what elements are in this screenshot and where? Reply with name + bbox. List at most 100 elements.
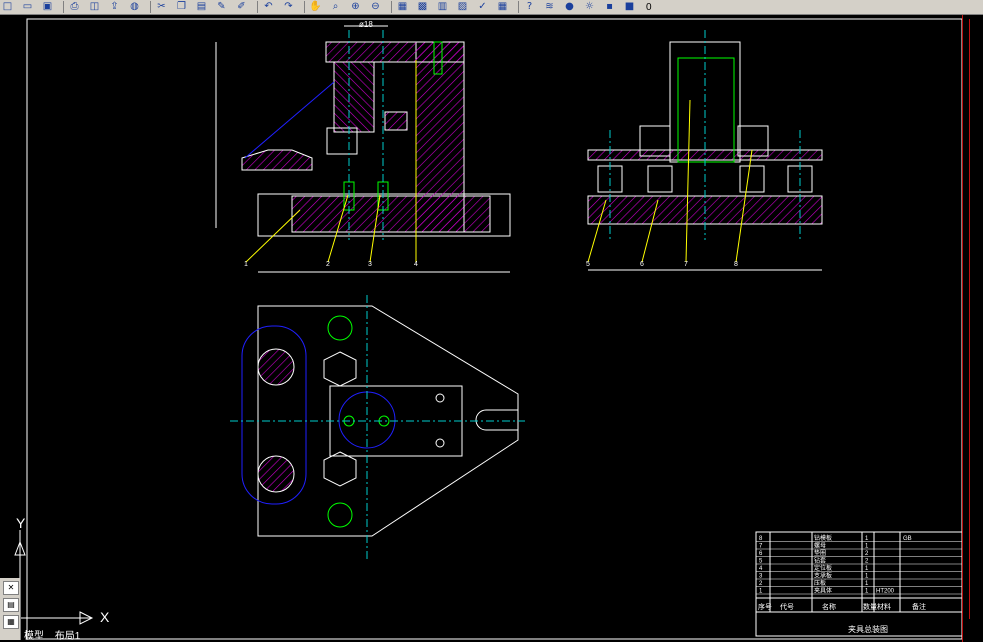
front-top-plate bbox=[325, 41, 465, 63]
layer-lock-icon[interactable]: ▪ bbox=[602, 1, 617, 13]
layer-manager-icon[interactable]: ≋ bbox=[542, 1, 557, 13]
tool-palette-icon[interactable]: ▥ bbox=[435, 1, 450, 13]
layer-color-icon[interactable]: ■ bbox=[622, 1, 637, 13]
bom-cell-name: 垫圈 bbox=[814, 549, 826, 557]
front-leader-label: 4 bbox=[414, 261, 418, 268]
scroll-track[interactable] bbox=[969, 19, 978, 619]
side-leader-label: 7 bbox=[684, 261, 688, 268]
side-leader-label: 5 bbox=[586, 261, 590, 268]
bom-header-remark: 备注 bbox=[912, 602, 926, 611]
properties-panel-icon[interactable]: ▦ bbox=[3, 615, 19, 629]
top-u-slot bbox=[475, 409, 518, 431]
front-leader-label: 3 bbox=[368, 261, 372, 268]
bom-header-code: 代号 bbox=[780, 602, 794, 611]
bom-header-qty: 数量 bbox=[863, 602, 877, 611]
bom-frame bbox=[755, 531, 962, 637]
close-icon[interactable]: ✕ bbox=[3, 581, 19, 595]
save-icon[interactable]: ▣ bbox=[40, 1, 55, 13]
top-screw-1 bbox=[435, 393, 445, 403]
bom-cell-index: 3 bbox=[759, 574, 763, 580]
bom-cell-index: 6 bbox=[759, 551, 763, 557]
pan-icon[interactable]: ✋ bbox=[308, 1, 323, 13]
print-icon[interactable]: ⎙ bbox=[67, 1, 82, 13]
toolbar-separator bbox=[518, 1, 519, 13]
bom-cell-qty: 1 bbox=[865, 589, 869, 595]
top-nut-hex-1 bbox=[323, 351, 357, 387]
brush-icon[interactable]: ✐ bbox=[234, 1, 249, 13]
layer-bulb-icon[interactable]: ● bbox=[562, 1, 577, 13]
zoom-previous-icon[interactable]: ⊖ bbox=[368, 1, 383, 13]
drawing-canvas[interactable]: ø18 8 钻模板 1 GB7 螺母 16 垫圈 25 钻套 24 定位板 13… bbox=[0, 15, 962, 642]
bom-header: 序号 代号 名称 数量 材料 备注 bbox=[758, 602, 926, 611]
toolbar-separator bbox=[150, 1, 151, 13]
paste-icon[interactable]: ▤ bbox=[194, 1, 209, 13]
toolbar-separator bbox=[257, 1, 258, 13]
top-bush-circle-1 bbox=[327, 315, 353, 341]
top-nut-hex-2 bbox=[323, 451, 357, 487]
bom-cell-name: 夹具体 bbox=[814, 587, 832, 595]
front-column bbox=[333, 61, 375, 133]
bom-cell-qty: 1 bbox=[865, 536, 869, 542]
calculator-icon[interactable]: ▦ bbox=[495, 1, 510, 13]
open-icon[interactable]: ▭ bbox=[20, 1, 35, 13]
front-top-width-label: ø18 bbox=[359, 20, 373, 29]
new-icon[interactable]: □ bbox=[0, 1, 15, 13]
design-center-icon[interactable]: ▩ bbox=[415, 1, 430, 13]
tab-layout1[interactable]: 布局1 bbox=[55, 631, 81, 642]
tab-model[interactable]: 模型 bbox=[24, 631, 44, 642]
current-layer-name[interactable]: 0 bbox=[646, 2, 652, 13]
toolbar-separator bbox=[63, 1, 64, 13]
front-body bbox=[415, 41, 465, 233]
copy-icon[interactable]: ❐ bbox=[174, 1, 189, 13]
front-bracket bbox=[384, 111, 408, 131]
sheet-set-icon[interactable]: ▨ bbox=[455, 1, 470, 13]
palette-icon[interactable]: ▤ bbox=[3, 598, 19, 612]
bom-table[interactable]: 8 钻模板 1 GB7 螺母 16 垫圈 25 钻套 24 定位板 13 支承板 12 压板 11 夹具体 1 HT… bbox=[755, 531, 962, 637]
zoom-realtime-icon[interactable]: ⌕ bbox=[328, 1, 343, 13]
side-block-3 bbox=[739, 165, 765, 193]
front-leader-label: 2 bbox=[326, 261, 330, 268]
top-screw-2 bbox=[435, 438, 445, 448]
bom-cell-qty: 1 bbox=[865, 574, 869, 580]
bom-cell-qty: 1 bbox=[865, 544, 869, 550]
bom-header-material: 材料 bbox=[877, 602, 891, 611]
front-view[interactable]: ø18 bbox=[215, 20, 511, 273]
bom-cell-index: 5 bbox=[759, 559, 763, 565]
bom-cell-remark: GB bbox=[903, 536, 912, 542]
bom-cell-name: 螺母 bbox=[814, 542, 826, 550]
side-leader-3 bbox=[685, 99, 691, 263]
front-arm bbox=[241, 149, 313, 171]
bom-header-index: 序号 bbox=[758, 602, 772, 611]
bom-cell-qty: 2 bbox=[865, 559, 869, 565]
plot-icon[interactable]: ◍ bbox=[127, 1, 142, 13]
side-column-inner bbox=[677, 57, 735, 163]
bom-cell-index: 1 bbox=[759, 589, 763, 595]
zoom-window-icon[interactable]: ⊕ bbox=[348, 1, 363, 13]
properties-icon[interactable]: ▦ bbox=[395, 1, 410, 13]
left-dock-panel[interactable]: ✕ ▤ ▦ bbox=[0, 578, 21, 640]
side-view[interactable] bbox=[587, 30, 823, 271]
bom-cell-name: 钻套 bbox=[814, 557, 826, 565]
match-properties-icon[interactable]: ✎ bbox=[214, 1, 229, 13]
side-leader-label: 8 bbox=[734, 261, 738, 268]
vertical-scrollbar[interactable] bbox=[962, 15, 983, 642]
top-view[interactable] bbox=[230, 295, 525, 560]
bom-rows: 8 钻模板 1 GB7 螺母 16 垫圈 25 钻套 24 定位板 13 支承板 12 压板 11 夹具体 1 HT… bbox=[756, 534, 962, 595]
help-icon[interactable]: ? bbox=[522, 1, 537, 13]
cut-icon[interactable]: ✂ bbox=[154, 1, 169, 13]
bom-cell-name: 定位板 bbox=[814, 564, 832, 572]
redo-icon[interactable]: ↷ bbox=[281, 1, 296, 13]
markup-icon[interactable]: ✓ bbox=[475, 1, 490, 13]
side-block-2 bbox=[647, 165, 673, 193]
layout-tabs[interactable]: 模型 布局1 bbox=[24, 631, 88, 642]
bom-cell-index: 7 bbox=[759, 544, 763, 550]
publish-icon[interactable]: ⇪ bbox=[107, 1, 122, 13]
undo-icon[interactable]: ↶ bbox=[261, 1, 276, 13]
bom-cell-index: 4 bbox=[759, 566, 763, 572]
top-hatched-hole-1 bbox=[257, 348, 295, 386]
preview-icon[interactable]: ◫ bbox=[87, 1, 102, 13]
top-bush-circle-2 bbox=[327, 502, 353, 528]
toolbar-separator bbox=[304, 1, 305, 13]
layer-sun-icon[interactable]: ☼ bbox=[582, 1, 597, 13]
toolbar-separator bbox=[391, 1, 392, 13]
